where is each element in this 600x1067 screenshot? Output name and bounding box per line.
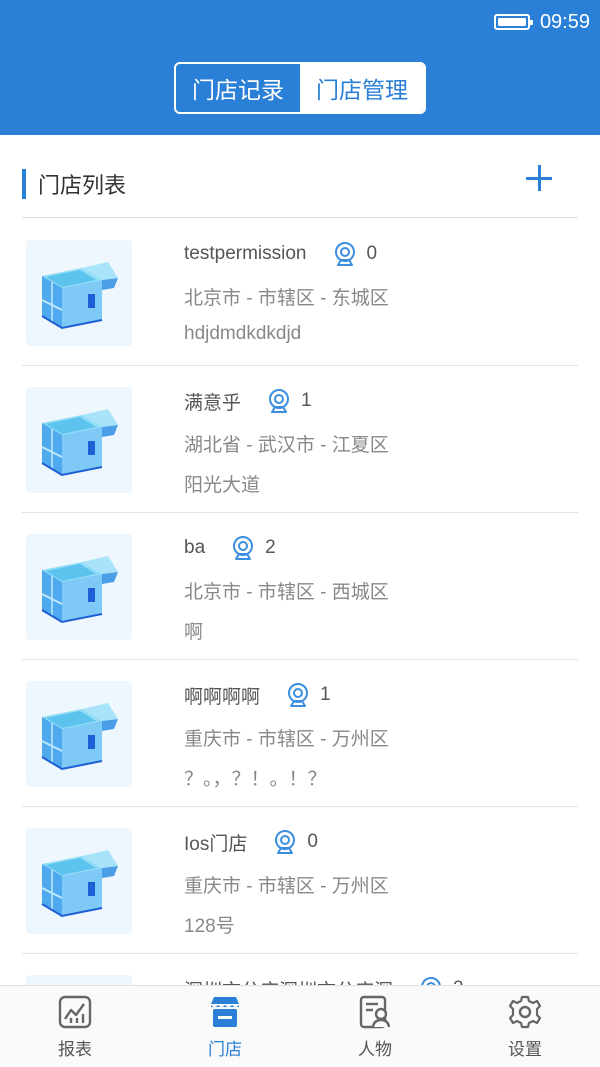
tab-store-management[interactable]: 门店管理 xyxy=(300,64,424,112)
store-row[interactable]: 满意乎 1 湖北省 - 武汉市 - 江夏区 阳光大道 xyxy=(22,366,578,513)
store-region: 北京市 - 市辖区 - 东城区 xyxy=(184,288,389,309)
store-region: 重庆市 - 市辖区 - 万州区 xyxy=(184,729,389,750)
nav-settings-label: 设置 xyxy=(508,1040,542,1059)
store-address: 128号 xyxy=(184,916,235,937)
person-icon xyxy=(359,995,391,1029)
store-row[interactable]: 深圳市分店深圳市分店深 2 xyxy=(22,954,578,985)
camera-count: 2 xyxy=(453,978,464,985)
store-list-header: 门店列表 xyxy=(22,150,578,218)
store-row[interactable]: ba 2 北京市 - 市辖区 - 西城区啊 xyxy=(22,513,578,660)
store-name-line: Ios门店 0 xyxy=(184,829,318,855)
nav-report-label: 报表 xyxy=(58,1040,92,1059)
nav-store[interactable]: 门店 xyxy=(150,986,300,1067)
store-box-icon xyxy=(41,850,118,918)
store-name: testpermission xyxy=(184,243,307,264)
store-thumbnail xyxy=(26,681,132,787)
store-name: 啊啊啊啊 xyxy=(184,686,261,708)
store-region: 湖北省 - 武汉市 - 江夏区 xyxy=(184,435,389,456)
store-name: 深圳市分店深圳市分店深 xyxy=(184,976,393,986)
camera-count: 1 xyxy=(301,390,312,411)
store-region: 重庆市 - 市辖区 - 万州区 xyxy=(184,876,389,897)
camera-icon xyxy=(275,830,296,854)
store-name-line: ba 2 xyxy=(184,535,276,561)
camera-icon xyxy=(334,242,355,266)
store-thumbnail xyxy=(26,240,132,346)
camera-icon xyxy=(233,536,254,560)
accent-bar xyxy=(22,168,26,199)
status-time: 09:59 xyxy=(539,10,590,33)
nav-settings[interactable]: 设置 xyxy=(450,986,600,1067)
camera-icon xyxy=(288,683,309,707)
camera-count: 0 xyxy=(366,243,378,264)
tab-switcher: 门店记录 门店管理 xyxy=(174,62,426,114)
camera-icon xyxy=(269,389,290,413)
store-address: ？。，？！。！？ xyxy=(184,769,327,790)
store-name-line: 满意乎 1 xyxy=(184,388,312,414)
battery-icon xyxy=(493,14,533,30)
camera-count: 1 xyxy=(320,684,331,705)
settings-icon xyxy=(508,995,542,1029)
store-row[interactable]: 啊啊啊啊 1 重庆市 - 市辖区 - 万州区 ？。，？！。！？ xyxy=(22,660,578,807)
store-region: 北京市 - 市辖区 - 西城区 xyxy=(184,582,389,603)
store-box-icon xyxy=(41,409,118,477)
nav-report[interactable]: 报表 xyxy=(0,986,150,1067)
store-box-icon xyxy=(41,703,118,771)
store-list: testpermission 0 北京市 - 市辖区 - 东城区 hdjdmdkdkd… xyxy=(22,219,578,985)
store-thumbnail xyxy=(26,975,132,985)
store-name: 满意乎 xyxy=(184,392,242,414)
store-thumbnail xyxy=(26,534,132,640)
store-name: ba xyxy=(184,537,206,558)
add-store-button[interactable] xyxy=(526,164,556,194)
section-title: 门店列表 xyxy=(38,172,127,198)
store-name-line: 啊啊啊啊 1 xyxy=(184,682,331,708)
camera-icon xyxy=(421,977,441,985)
nav-person[interactable]: 人物 xyxy=(300,986,450,1067)
store-row[interactable]: testpermission 0 北京市 - 市辖区 - 东城区 hdjdmdkdkd… xyxy=(22,219,578,366)
store-address: 阳光大道 xyxy=(184,475,261,496)
nav-store-label: 门店 xyxy=(208,1040,242,1059)
store-name: Ios门店 xyxy=(184,833,248,855)
store-address: 啊 xyxy=(184,622,204,643)
camera-count: 2 xyxy=(265,537,276,558)
store-box-icon xyxy=(41,556,118,624)
store-name-line: testpermission 0 xyxy=(184,241,377,267)
camera-count: 0 xyxy=(307,831,318,852)
store-address: hdjdmdkdkdjd xyxy=(184,323,302,344)
store-name-line: 深圳市分店深圳市分店深 2 xyxy=(184,976,464,985)
status-bar: 09:59 xyxy=(0,0,600,44)
app-header: 09:59 门店记录 门店管理 xyxy=(0,0,600,135)
report-icon xyxy=(58,995,92,1029)
bottom-nav: 报表 门店 人物 设置 xyxy=(0,985,600,1067)
nav-person-label: 人物 xyxy=(358,1040,392,1059)
store-box-icon xyxy=(41,262,118,330)
store-thumbnail xyxy=(26,828,132,934)
store-row[interactable]: Ios门店 0 重庆市 - 市辖区 - 万州区 128号 xyxy=(22,807,578,954)
tab-store-records[interactable]: 门店记录 xyxy=(176,64,300,112)
store-thumbnail xyxy=(26,387,132,493)
store-icon xyxy=(211,997,239,1027)
